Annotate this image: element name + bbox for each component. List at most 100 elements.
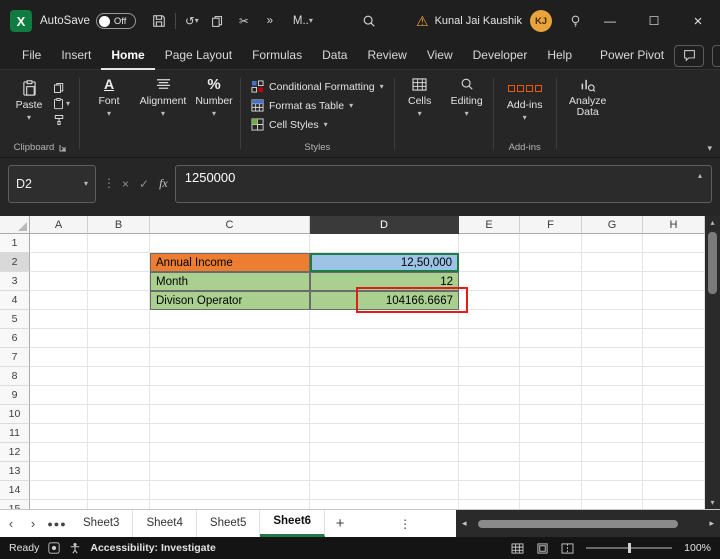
paste-options-button[interactable]: ▾ [53,96,70,112]
row-header-5[interactable]: 5 [0,310,30,329]
row-header-9[interactable]: 9 [0,386,30,405]
cut-button[interactable]: ✂ [231,7,257,35]
col-header-a[interactable]: A [30,216,88,234]
more-commands-button[interactable]: » [257,7,283,35]
maximize-button[interactable]: ☐ [632,0,676,42]
tab-insert[interactable]: Insert [51,42,101,70]
row-header-14[interactable]: 14 [0,481,30,500]
copy-button[interactable] [205,7,231,35]
page-break-view-icon[interactable] [561,542,574,554]
tab-page-layout[interactable]: Page Layout [155,42,242,70]
col-header-f[interactable]: F [520,216,582,234]
editing-group-button[interactable]: Editing ▾ [443,70,491,157]
sheet-tab-sheet3[interactable]: Sheet3 [70,510,134,537]
formula-input[interactable]: 1250000 ▴ [174,165,712,203]
col-header-h[interactable]: H [643,216,705,234]
scroll-right-icon[interactable]: ▸ [709,510,714,538]
col-header-g[interactable]: G [582,216,643,234]
col-header-e[interactable]: E [459,216,520,234]
row-header-1[interactable]: 1 [0,234,30,253]
tab-file[interactable]: File [12,42,51,70]
row-header-4[interactable]: 4 [0,291,30,310]
vertical-scrollbar[interactable]: ▴ ▾ [705,216,720,509]
number-group-button[interactable]: % Number ▾ [190,70,238,157]
col-header-b[interactable]: B [88,216,150,234]
next-sheet-icon[interactable]: › [22,516,44,531]
autosave-toggle[interactable]: Off [95,13,136,29]
share-button[interactable]: ▾ [712,44,720,67]
sheet-tab-sheet4[interactable]: Sheet4 [133,510,197,537]
insert-function-button[interactable]: fx [159,176,168,191]
qat-overflow-button[interactable]: M.. ▾ [283,7,323,35]
save-button[interactable] [146,7,172,35]
formula-bar-handle-icon[interactable]: ⋮ [103,165,115,190]
autosave-control[interactable]: AutoSave Off [40,13,136,29]
close-button[interactable]: × [676,0,720,42]
scroll-left-icon[interactable]: ◂ [462,510,467,538]
cell-c4[interactable]: Divison Operator [150,291,310,310]
warning-icon[interactable]: ⚠ [416,13,429,30]
tab-power-pivot[interactable]: Power Pivot [590,42,674,70]
cell-c3[interactable]: Month [150,272,310,291]
normal-view-icon[interactable] [511,542,524,554]
sheet-tab-sheet6-active[interactable]: Sheet6 [260,510,326,537]
horizontal-scrollbar[interactable]: ◂ ▸ [456,509,720,538]
scroll-down-icon[interactable]: ▾ [705,498,720,507]
avatar[interactable]: KJ [530,10,553,32]
macro-record-icon[interactable] [48,542,60,554]
tab-home[interactable]: Home [101,42,154,70]
comments-button[interactable] [674,44,705,67]
tab-formulas[interactable]: Formulas [242,42,312,70]
format-as-table-button[interactable]: Format as Table ▾ [247,96,388,115]
horizontal-scrollbar-thumb[interactable] [478,519,678,528]
cancel-icon[interactable]: × [122,177,129,191]
row-header-15[interactable]: 15 [0,500,30,509]
font-group-button[interactable]: A Font ▾ [82,70,136,157]
col-header-c[interactable]: C [150,216,310,234]
prev-sheet-icon[interactable]: ‹ [0,516,22,531]
zoom-slider-handle[interactable] [628,543,632,553]
alignment-group-button[interactable]: Alignment ▾ [136,70,190,157]
new-sheet-button[interactable]: + [325,515,355,532]
vertical-scrollbar-thumb[interactable] [708,232,717,294]
all-sheets-icon[interactable]: ●●● [44,519,70,529]
worksheet-grid[interactable]: A B C D E F G H 1 2 3 4 5 6 7 8 9 10 11 … [0,216,705,509]
row-header-6[interactable]: 6 [0,329,30,348]
ribbon-collapse-chevron-icon[interactable]: ▾ [707,143,712,154]
sheet-options-icon[interactable]: ⋮ [395,517,415,531]
sheet-tab-sheet5[interactable]: Sheet5 [197,510,261,537]
zoom-slider[interactable] [586,543,673,553]
formula-expand-chevron-icon[interactable]: ▴ [698,170,702,180]
accessibility-status[interactable]: Accessibility: Investigate [90,542,215,554]
cells-group-button[interactable]: Cells ▾ [397,70,443,157]
minimize-button[interactable]: — [588,0,632,42]
analyze-data-button[interactable]: Analyze Data [559,70,617,157]
row-header-13[interactable]: 13 [0,462,30,481]
tab-help[interactable]: Help [537,42,582,70]
paste-button[interactable]: Paste ▾ [8,74,50,134]
tab-developer[interactable]: Developer [463,42,538,70]
format-painter-button[interactable] [53,112,70,128]
zoom-level[interactable]: 100% [684,542,711,554]
row-header-11[interactable]: 11 [0,424,30,443]
page-layout-view-icon[interactable] [536,542,549,554]
tab-data[interactable]: Data [312,42,357,70]
undo-button[interactable]: ↺ ▾ [179,7,205,35]
conditional-formatting-button[interactable]: Conditional Formatting ▾ [247,77,388,96]
select-all-corner[interactable] [0,216,30,234]
row-header-2[interactable]: 2 [0,253,30,272]
name-box[interactable]: D2 ▾ [8,165,96,203]
row-header-8[interactable]: 8 [0,367,30,386]
row-header-3[interactable]: 3 [0,272,30,291]
tab-review[interactable]: Review [357,42,416,70]
row-header-10[interactable]: 10 [0,405,30,424]
lightbulb-button[interactable] [562,7,588,35]
user-name[interactable]: Kunal Jai Kaushik [435,15,522,27]
cell-c2[interactable]: Annual Income [150,253,310,272]
cell-d2-active[interactable]: 12,50,000 [310,253,459,272]
col-header-d-selected[interactable]: D [310,216,459,234]
tab-view[interactable]: View [417,42,463,70]
cell-styles-button[interactable]: Cell Styles ▾ [247,115,388,134]
dialog-launcher-icon[interactable] [59,144,67,152]
enter-icon[interactable]: ✓ [139,177,149,191]
